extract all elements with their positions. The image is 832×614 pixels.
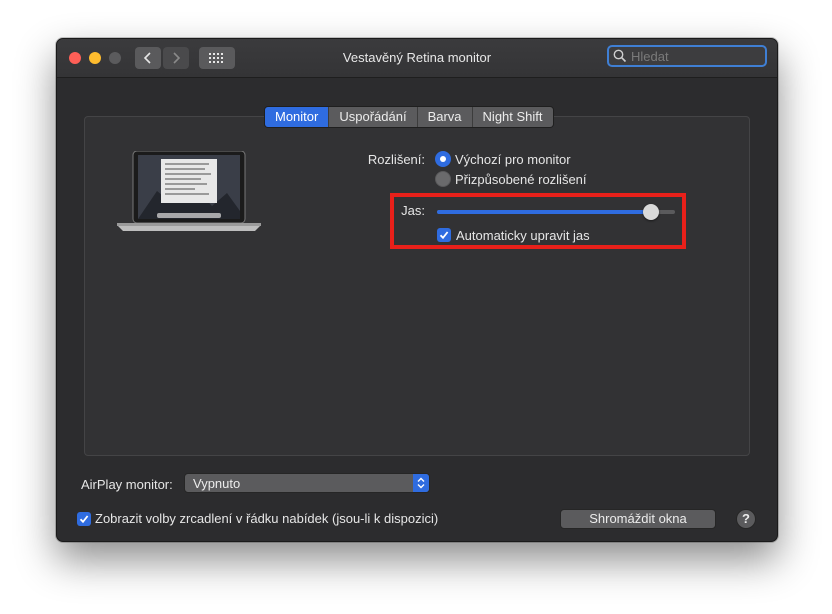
chevron-left-icon xyxy=(143,52,151,64)
tab-color[interactable]: Barva xyxy=(417,107,473,127)
close-button[interactable] xyxy=(69,52,81,64)
back-button[interactable] xyxy=(135,47,161,69)
resolution-scaled-radio[interactable] xyxy=(435,171,451,187)
brightness-slider[interactable] xyxy=(437,204,675,220)
mirror-options-checkbox[interactable] xyxy=(77,512,91,526)
resolution-default-radio[interactable] xyxy=(435,151,451,167)
checkmark-icon xyxy=(79,515,89,524)
brightness-slider-fill xyxy=(437,210,652,214)
chevron-updown-icon xyxy=(413,474,429,492)
tab-monitor[interactable]: Monitor xyxy=(265,107,330,127)
show-all-button[interactable] xyxy=(199,47,235,69)
auto-brightness-checkbox[interactable] xyxy=(437,228,451,242)
gather-windows-button[interactable]: Shromáždit okna xyxy=(560,509,716,529)
search-input[interactable] xyxy=(627,48,761,64)
brightness-label: Jas: xyxy=(401,203,425,218)
resolution-scaled-label: Přizpůsobené rozlišení xyxy=(455,172,587,187)
tab-night-shift[interactable]: Night Shift xyxy=(472,107,553,127)
mirror-options-label: Zobrazit volby zrcadlení v řádku nabídek… xyxy=(95,511,439,526)
resolution-label: Rozlišení: xyxy=(367,152,425,167)
search-icon xyxy=(613,49,627,63)
auto-brightness-label: Automaticky upravit jas xyxy=(456,228,590,243)
zoom-button[interactable] xyxy=(109,52,121,64)
chevron-right-icon xyxy=(173,52,181,64)
airplay-select-value: Vypnuto xyxy=(193,476,241,491)
tab-bar: Monitor Uspořádání Barva Night Shift xyxy=(264,106,554,128)
preferences-window: Vestavěný Retina monitor Monitor Uspořád… xyxy=(56,38,778,542)
airplay-label: AirPlay monitor: xyxy=(81,477,173,492)
minimize-button[interactable] xyxy=(89,52,101,64)
resolution-default-label: Výchozí pro monitor xyxy=(455,152,571,167)
airplay-select[interactable]: Vypnuto xyxy=(184,473,430,493)
laptop-icon xyxy=(117,151,261,231)
grid-icon xyxy=(209,53,223,63)
checkmark-icon xyxy=(439,231,449,240)
tab-arrangement[interactable]: Uspořádání xyxy=(329,107,418,127)
titlebar: Vestavěný Retina monitor xyxy=(57,39,777,78)
search-field[interactable] xyxy=(607,45,767,67)
window-title: Vestavěný Retina monitor xyxy=(342,50,492,65)
forward-button[interactable] xyxy=(163,47,189,69)
help-button[interactable]: ? xyxy=(736,509,756,529)
